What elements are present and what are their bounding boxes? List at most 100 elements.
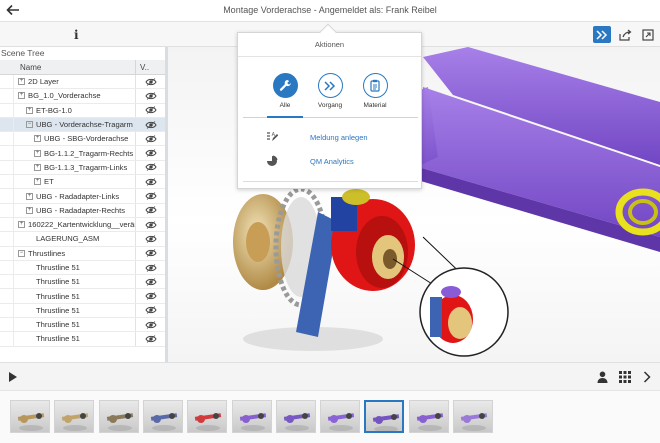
visibility-toggle[interactable] bbox=[136, 104, 165, 117]
visibility-toggle[interactable] bbox=[136, 89, 165, 102]
eye-icon bbox=[144, 292, 157, 300]
tree-row[interactable]: Thrustline 51 bbox=[0, 275, 165, 290]
tree-row-name: + UBG - Radadapter-Links bbox=[0, 189, 136, 203]
expand-icon[interactable]: + bbox=[34, 163, 41, 171]
tree-row-name: Thrustline 51 bbox=[0, 289, 136, 303]
expand-icon[interactable]: + bbox=[26, 106, 33, 114]
visibility-toggle[interactable] bbox=[136, 218, 165, 231]
person-icon bbox=[597, 371, 608, 383]
row-gutter bbox=[0, 175, 14, 189]
thumbnail-preview bbox=[195, 413, 222, 431]
filmstrip-thumbnail[interactable] bbox=[275, 400, 316, 433]
expand-icon[interactable]: + bbox=[26, 192, 33, 200]
expand-icon[interactable]: + bbox=[34, 149, 41, 157]
tree-row[interactable]: + UBG - SBG-Vorderachse bbox=[0, 132, 165, 147]
tree-row[interactable]: Thrustline 51 bbox=[0, 303, 165, 319]
eye-icon bbox=[144, 192, 157, 200]
filmstrip-thumbnail[interactable] bbox=[142, 400, 183, 433]
actions-button[interactable] bbox=[593, 26, 611, 43]
expand-icon[interactable]: + bbox=[18, 78, 25, 86]
thumbnail-preview bbox=[283, 413, 310, 431]
tree-row-name: +2D Layer bbox=[0, 75, 136, 89]
tree-row-label: Thrustline 51 bbox=[36, 263, 80, 272]
visibility-toggle[interactable] bbox=[136, 247, 165, 260]
expand-icon[interactable]: + bbox=[34, 135, 41, 143]
row-gutter bbox=[0, 246, 14, 260]
filmstrip-thumbnail[interactable] bbox=[187, 400, 228, 433]
tree-row[interactable]: + UBG - Radadapter-Rechts bbox=[0, 203, 165, 218]
action-meldung-anlegen[interactable]: A Meldung anlegen bbox=[238, 128, 423, 146]
tree-row[interactable]: + ET-BG-1.0 bbox=[0, 103, 165, 118]
tree-row[interactable]: LAGERUNG_ASM bbox=[0, 232, 165, 247]
visibility-toggle[interactable] bbox=[136, 75, 165, 88]
tree-row[interactable]: Thrustline 51 bbox=[0, 260, 165, 276]
tree-row[interactable]: + BG_1.0_Vorderachse bbox=[0, 89, 165, 104]
expand-icon[interactable]: + bbox=[18, 221, 25, 229]
filmstrip-thumbnail[interactable] bbox=[408, 400, 449, 433]
info-button[interactable]: i bbox=[74, 28, 79, 42]
visibility-toggle[interactable] bbox=[136, 132, 165, 145]
row-gutter bbox=[0, 289, 14, 303]
row-gutter bbox=[0, 75, 14, 89]
visibility-toggle[interactable] bbox=[136, 204, 165, 217]
next-button[interactable] bbox=[643, 371, 651, 385]
visibility-toggle[interactable] bbox=[136, 289, 165, 302]
expand-icon[interactable]: + bbox=[26, 206, 33, 214]
expand-icon[interactable]: + bbox=[18, 92, 25, 100]
tree-row[interactable]: − Thrustlines bbox=[0, 246, 165, 261]
filmstrip-thumbnail[interactable] bbox=[98, 400, 139, 433]
tree-row-name: + ET-BG-1.0 bbox=[0, 103, 136, 117]
filmstrip-thumbnail[interactable] bbox=[320, 400, 361, 433]
thumbnail-preview bbox=[373, 414, 400, 431]
fullscreen-button[interactable] bbox=[639, 26, 657, 43]
visibility-toggle[interactable] bbox=[136, 175, 165, 188]
tree-row[interactable]: Thrustline 51 bbox=[0, 332, 165, 347]
category-alle[interactable]: Alle bbox=[265, 73, 305, 109]
tree-row[interactable]: + BG-1.1.3_Tragarm-Links bbox=[0, 160, 165, 176]
filmstrip-thumbnail[interactable] bbox=[453, 400, 493, 433]
tree-row-name: + ET bbox=[0, 175, 136, 189]
tree-row[interactable]: − UBG - Vorderachse-Tragarm bbox=[0, 117, 165, 133]
visibility-toggle[interactable] bbox=[136, 332, 165, 345]
tree-row-name: − UBG - Vorderachse-Tragarm bbox=[0, 117, 136, 132]
visibility-toggle[interactable] bbox=[136, 161, 165, 174]
play-button[interactable] bbox=[8, 371, 18, 385]
filmstrip-thumbnail[interactable] bbox=[54, 400, 95, 433]
expand-icon[interactable]: + bbox=[34, 178, 41, 186]
tree-row[interactable]: + BG-1.1.2_Tragarm-Rechts bbox=[0, 146, 165, 161]
tree-row-label: 2D Layer bbox=[28, 77, 59, 87]
visibility-toggle[interactable] bbox=[136, 232, 165, 245]
tree-row[interactable]: Thrustline 51 bbox=[0, 318, 165, 333]
visibility-toggle[interactable] bbox=[136, 304, 165, 317]
visibility-toggle[interactable] bbox=[136, 146, 165, 159]
column-visibility-header[interactable]: V.. bbox=[136, 60, 165, 74]
grid-button[interactable] bbox=[619, 371, 631, 385]
collapse-icon[interactable]: − bbox=[18, 249, 25, 257]
tree-row[interactable]: + UBG - Radadapter-Links bbox=[0, 189, 165, 204]
tree-row[interactable]: +160222_Kartentwicklung__verän... bbox=[0, 217, 165, 233]
share-button[interactable] bbox=[616, 26, 634, 43]
visibility-toggle[interactable] bbox=[136, 275, 165, 288]
filmstrip-thumbnail[interactable] bbox=[10, 400, 50, 433]
tree-row-label: UBG - Radadapter-Links bbox=[36, 191, 120, 201]
eye-icon bbox=[144, 92, 157, 100]
filmstrip-thumbnail[interactable] bbox=[231, 400, 272, 433]
eye-icon bbox=[144, 135, 157, 143]
visibility-toggle[interactable] bbox=[136, 189, 165, 202]
tree-row[interactable]: +2D Layer bbox=[0, 75, 165, 90]
column-name-header[interactable]: Name bbox=[0, 60, 136, 74]
tree-row[interactable]: + ET bbox=[0, 175, 165, 190]
tree-row-label: Thrustline 51 bbox=[36, 277, 80, 287]
tree-row-label: ET-BG-1.0 bbox=[36, 105, 72, 115]
visibility-toggle[interactable] bbox=[136, 118, 165, 131]
row-gutter bbox=[0, 332, 14, 346]
visibility-toggle[interactable] bbox=[136, 261, 165, 274]
category-vorgang[interactable]: Vorgang bbox=[310, 73, 350, 109]
collapse-icon[interactable]: − bbox=[26, 121, 33, 129]
tree-row[interactable]: Thrustline 51 bbox=[0, 289, 165, 304]
action-qm-analytics[interactable]: QM Analytics bbox=[238, 152, 423, 170]
category-material[interactable]: Material bbox=[355, 73, 395, 109]
person-button[interactable] bbox=[597, 371, 608, 385]
visibility-toggle[interactable] bbox=[136, 318, 165, 331]
filmstrip-thumbnail[interactable] bbox=[364, 400, 405, 433]
